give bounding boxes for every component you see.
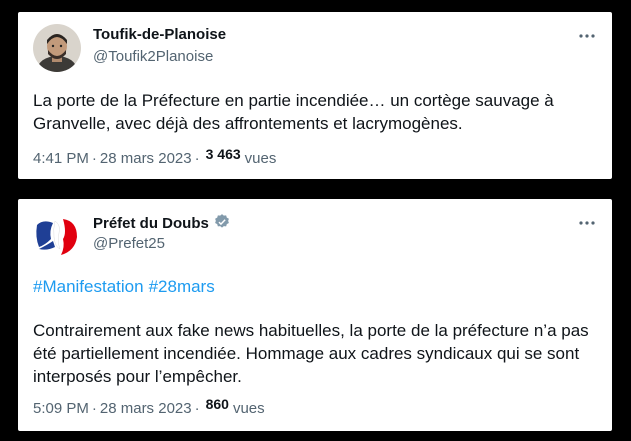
- author-handle[interactable]: @Prefet25: [93, 235, 165, 252]
- tweet-time[interactable]: 5:09 PM: [33, 400, 89, 417]
- meta-separator: ·: [91, 150, 97, 167]
- author-name-text[interactable]: Préfet du Doubs: [93, 215, 209, 232]
- author-name[interactable]: Toufik-de-Planoise: [93, 26, 226, 43]
- meta-separator: ·: [194, 400, 200, 417]
- tweet-date[interactable]: 28 mars 2023: [100, 150, 192, 167]
- hashtag-list: #Manifestation #28mars: [33, 277, 220, 297]
- verified-badge-icon: [213, 213, 231, 235]
- meta-separator: ·: [194, 150, 200, 167]
- author-avatar[interactable]: [33, 211, 81, 259]
- more-horizontal-icon[interactable]: [577, 213, 597, 233]
- views-label: vues: [232, 400, 265, 417]
- tweet-card[interactable]: Préfet du Doubs @Prefet25 #Manifestation…: [18, 199, 612, 431]
- tweet-meta: 5:09 PM · 28 mars 2023 · 860 vues: [33, 396, 265, 417]
- author-avatar[interactable]: [33, 24, 81, 72]
- views-count: 860: [205, 396, 229, 412]
- tweet-card[interactable]: Toufik-de-Planoise @Toufik2Planoise La p…: [18, 12, 612, 179]
- tweet-text: Contrairement aux fake news habituelles,…: [33, 321, 589, 386]
- author-name[interactable]: Préfet du Doubs: [93, 213, 231, 235]
- tweet-time[interactable]: 4:41 PM: [33, 150, 89, 167]
- author-handle[interactable]: @Toufik2Planoise: [93, 48, 213, 65]
- more-horizontal-icon[interactable]: [577, 26, 597, 46]
- views-count: 3 463: [205, 146, 241, 162]
- views-label: vues: [244, 150, 277, 167]
- hashtag-link[interactable]: #28mars: [149, 277, 215, 296]
- tweet-meta: 4:41 PM · 28 mars 2023 · 3 463 vues: [33, 146, 277, 167]
- tweet-text: La porte de la Préfecture en partie ince…: [33, 91, 554, 133]
- hashtag-link[interactable]: #Manifestation: [33, 277, 144, 296]
- tweet-date[interactable]: 28 mars 2023: [100, 400, 192, 417]
- meta-separator: ·: [91, 400, 97, 417]
